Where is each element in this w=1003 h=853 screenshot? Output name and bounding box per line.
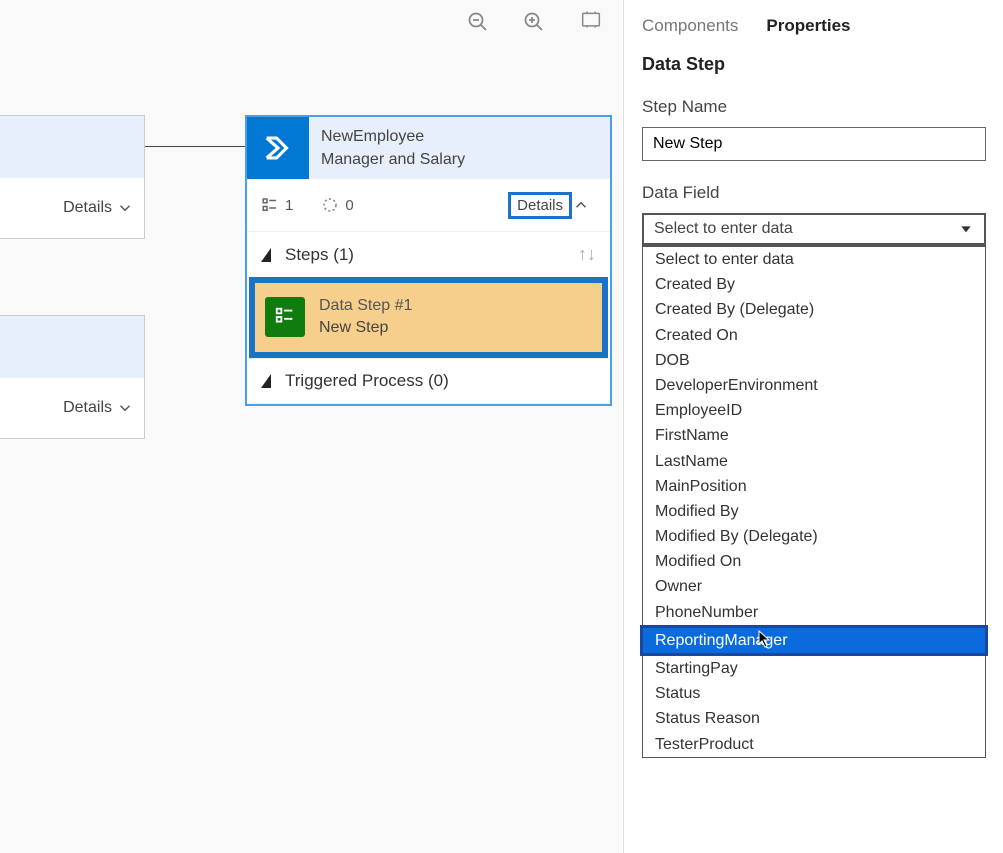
tab-components[interactable]: Components: [642, 16, 738, 36]
stage-card-partial-1[interactable]: Details: [0, 115, 145, 239]
dropdown-option[interactable]: FirstName: [643, 423, 985, 448]
data-field-select[interactable]: Select to enter data: [642, 213, 986, 245]
triggered-section-header[interactable]: Triggered Process (0): [247, 358, 610, 404]
steps-section-header[interactable]: Steps (1) ↑↓: [247, 231, 610, 277]
triggered-header-label: Triggered Process (0): [285, 371, 449, 391]
stage-title-line2: Manager and Salary: [321, 148, 465, 171]
step-name: New Step: [319, 317, 412, 339]
data-step-item[interactable]: Data Step #1 New Step: [255, 283, 602, 352]
data-field-label: Data Field: [642, 183, 1003, 203]
zoom-in-icon[interactable]: [522, 10, 548, 36]
details-button-label: Details: [517, 197, 563, 214]
steps-header-label: Steps (1): [285, 245, 354, 265]
stage-toolbar: 1 0 Details: [247, 179, 610, 231]
panel-title: Data Step: [642, 54, 1003, 75]
details-toggle[interactable]: Details: [0, 178, 144, 238]
triangle-icon: [261, 374, 271, 388]
details-label: Details: [63, 199, 112, 217]
dropdown-option[interactable]: DOB: [643, 348, 985, 373]
dropdown-option[interactable]: MainPosition: [643, 474, 985, 499]
canvas-toolbar: [466, 10, 604, 36]
triggered-count-icon: [321, 196, 339, 214]
stage-header: NewEmployee Manager and Salary: [247, 117, 610, 179]
data-field-dropdown[interactable]: Select to enter dataCreated ByCreated By…: [642, 245, 986, 758]
dropdown-option[interactable]: EmployeeID: [643, 398, 985, 423]
stage-card-partial-2[interactable]: Details: [0, 315, 145, 439]
dropdown-option[interactable]: ReportingManager: [640, 625, 988, 656]
fit-to-screen-icon[interactable]: [578, 10, 604, 36]
properties-panel: Components Properties Data Step Step Nam…: [623, 0, 1003, 853]
dropdown-option[interactable]: Select to enter data: [643, 247, 985, 272]
details-toggle[interactable]: Details: [0, 378, 144, 438]
dropdown-option[interactable]: Modified On: [643, 549, 985, 574]
zoom-out-icon[interactable]: [466, 10, 492, 36]
chevron-down-icon: [116, 399, 134, 417]
dropdown-option[interactable]: Owner: [643, 574, 985, 599]
cursor-icon: [758, 630, 772, 648]
chevron-down-icon: [958, 221, 974, 237]
dropdown-option[interactable]: Created By (Delegate): [643, 297, 985, 322]
stage-chevron-icon: [247, 117, 309, 179]
dropdown-option[interactable]: Modified By: [643, 499, 985, 524]
triangle-icon: [261, 248, 271, 262]
steps-count-icon: [261, 196, 279, 214]
reorder-arrows-icon[interactable]: ↑↓: [578, 244, 596, 265]
details-button[interactable]: Details: [508, 192, 572, 219]
dropdown-option[interactable]: Status: [643, 681, 985, 706]
dropdown-option[interactable]: Created By: [643, 272, 985, 297]
dropdown-option[interactable]: Created On: [643, 323, 985, 348]
steps-count: 1: [285, 197, 293, 214]
stage-title-line1: NewEmployee: [321, 125, 465, 148]
panel-tabs: Components Properties: [642, 0, 1003, 54]
designer-canvas[interactable]: Details Details NewEmployee Manager and …: [0, 0, 622, 853]
dropdown-option[interactable]: Modified By (Delegate): [643, 524, 985, 549]
dropdown-option[interactable]: TesterProduct: [643, 732, 985, 757]
details-label: Details: [63, 399, 112, 417]
tab-properties[interactable]: Properties: [766, 16, 850, 36]
chevron-up-icon: [572, 196, 590, 214]
dropdown-option[interactable]: PhoneNumber: [643, 600, 985, 625]
step-label: Data Step #1: [319, 295, 412, 317]
data-step-icon: [265, 297, 305, 337]
dropdown-option[interactable]: LastName: [643, 449, 985, 474]
selected-step-highlight: Data Step #1 New Step: [249, 277, 608, 358]
step-name-label: Step Name: [642, 97, 1003, 117]
data-field-selected-text: Select to enter data: [654, 220, 958, 238]
dropdown-option[interactable]: DeveloperEnvironment: [643, 373, 985, 398]
dropdown-option[interactable]: Status Reason: [643, 706, 985, 731]
stage-card-selected[interactable]: NewEmployee Manager and Salary 1 0 Detai…: [245, 115, 612, 406]
dropdown-option[interactable]: StartingPay: [643, 656, 985, 681]
connector-line: [145, 146, 245, 147]
chevron-down-icon: [116, 199, 134, 217]
triggered-count: 0: [345, 197, 353, 214]
step-name-input[interactable]: [642, 127, 986, 161]
